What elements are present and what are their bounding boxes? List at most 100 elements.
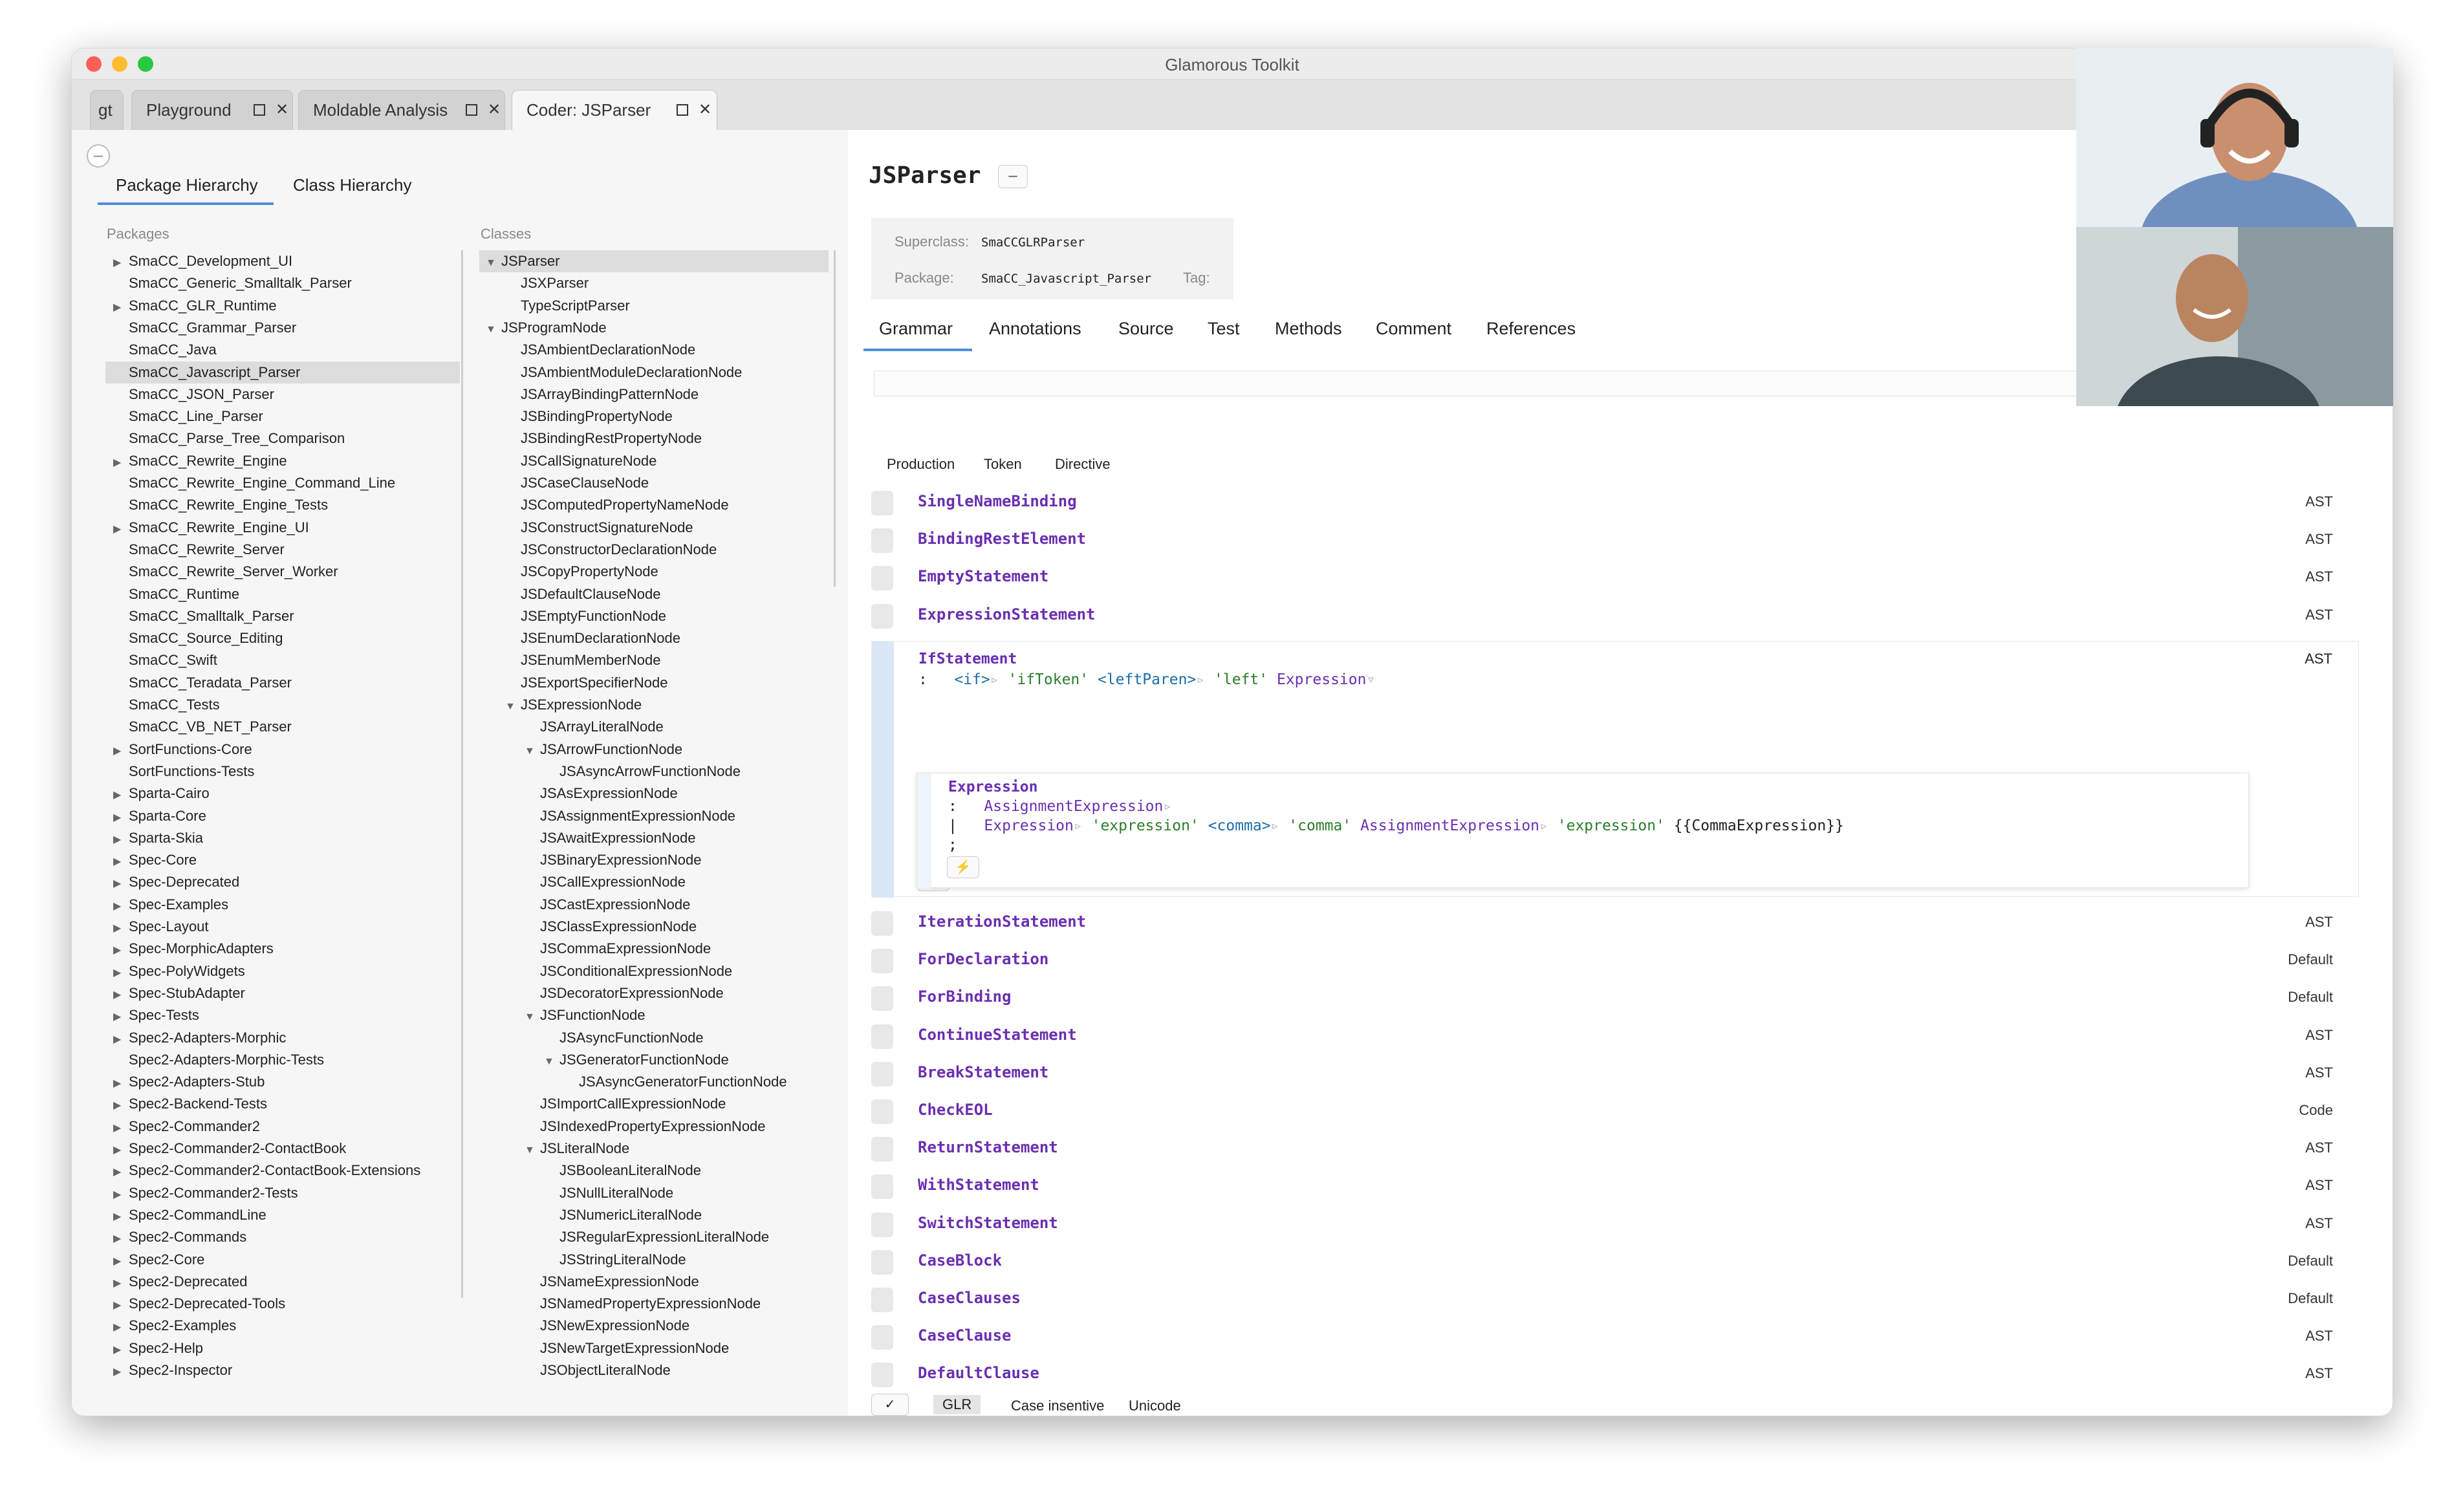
rule-name[interactable]: SingleNameBinding [918, 492, 1077, 510]
unicode-toggle[interactable]: Unicode [1129, 1398, 1181, 1414]
expand-arrow-icon[interactable]: ▶ [113, 873, 129, 895]
expand-arrow-icon[interactable]: ▶ [113, 1361, 129, 1383]
expand-arrow-icon[interactable]: ▶ [113, 519, 129, 541]
class-item[interactable]: JSAwaitExpressionNode [479, 827, 829, 849]
class-item[interactable]: JSNamedPropertyExpressionNode [479, 1293, 829, 1315]
package-item[interactable]: SmaCC_Rewrite_Server_Worker [105, 561, 460, 583]
package-item[interactable]: ▶ Spec-StubAdapter [105, 982, 460, 1004]
expand-arrow-icon[interactable]: ▶ [113, 1006, 129, 1028]
class-item[interactable]: JSCaseClauseNode [479, 472, 829, 494]
class-item[interactable]: JSNewTargetExpressionNode [479, 1337, 829, 1359]
grammar-rule-caseclauses[interactable]: CaseClauses Default [871, 1281, 2359, 1319]
class-item[interactable]: JSEmptyFunctionNode [479, 605, 829, 627]
class-item[interactable]: JSConstructSignatureNode [479, 517, 829, 539]
class-item[interactable]: JSDecoratorExpressionNode [479, 982, 829, 1004]
package-item[interactable]: ▶ SortFunctions-Core [105, 739, 460, 761]
maximize-icon[interactable] [677, 104, 688, 116]
expand-arrow-icon[interactable]: ▶ [113, 1029, 129, 1051]
case-insensitive-toggle[interactable]: Case insentive [1011, 1398, 1104, 1414]
class-item[interactable]: JSAmbientDeclarationNode [479, 339, 829, 361]
package-item[interactable]: ▶ Spec2-CommandLine [105, 1204, 460, 1226]
expand-arrow-icon[interactable]: ▶ [113, 784, 129, 806]
expand-toggle[interactable] [871, 911, 893, 936]
grammar-rule-breakstatement[interactable]: BreakStatement AST [871, 1055, 2359, 1093]
tab-comment[interactable]: Comment [1376, 319, 1451, 339]
grammar-rule-switchstatement[interactable]: SwitchStatement AST [871, 1206, 2359, 1244]
package-value[interactable]: SmaCC_Javascript_Parser [981, 272, 1151, 286]
expand-arrow-icon[interactable]: ▶ [113, 1251, 129, 1273]
package-item[interactable]: ▶ Spec2-Backend-Tests [105, 1093, 460, 1115]
expand-arrow-icon[interactable]: ▼ [525, 740, 540, 762]
package-item[interactable]: ▶ Spec-Deprecated [105, 871, 460, 893]
class-item[interactable]: JSCommaExpressionNode [479, 938, 829, 960]
package-item[interactable]: ▶ Spec-PolyWidgets [105, 960, 460, 982]
class-item[interactable]: JSAsyncGeneratorFunctionNode [479, 1071, 829, 1093]
expand-arrow-icon[interactable]: ▶ [113, 1184, 129, 1206]
package-item[interactable]: Spec2-Adapters-Morphic-Tests [105, 1049, 460, 1071]
class-item[interactable]: ▼ JSLiteralNode [479, 1138, 829, 1160]
class-item[interactable]: JSObjectLiteralNode [479, 1359, 829, 1381]
class-item[interactable]: JSAsyncArrowFunctionNode [479, 761, 829, 783]
tab-moldable-analysis[interactable]: Moldable Analysis ✕ [298, 90, 505, 130]
expand-arrow-icon[interactable]: ▶ [113, 1317, 129, 1339]
rule-name[interactable]: SwitchStatement [918, 1214, 1058, 1232]
package-item[interactable]: ▶ Sparta-Cairo [105, 783, 460, 805]
tab-class-hierarchy[interactable]: Class Hierarchy [293, 175, 412, 195]
expand-arrow-icon[interactable]: ▶ [113, 918, 129, 940]
class-item[interactable]: ▼ JSArrowFunctionNode [479, 739, 829, 761]
class-item[interactable]: ▼ JSParser [479, 250, 829, 272]
expand-arrow-icon[interactable]: ▶ [113, 984, 129, 1006]
expand-arrow-icon[interactable]: ▼ [486, 319, 501, 341]
class-item[interactable]: JSConstructorDeclarationNode [479, 539, 829, 561]
rule-name[interactable]: WithStatement [918, 1176, 1039, 1194]
class-item[interactable]: JSExportSpecifierNode [479, 672, 829, 694]
embedded-toggle[interactable] [917, 773, 931, 889]
package-scrollbar[interactable] [461, 250, 463, 1298]
package-item[interactable]: SmaCC_JSON_Parser [105, 383, 460, 405]
class-item[interactable]: JSXParser [479, 272, 829, 294]
rule-name[interactable]: CheckEOL [918, 1101, 993, 1119]
grammar-rule-checkeol[interactable]: CheckEOL Code [871, 1093, 2359, 1130]
tab-package-hierarchy[interactable]: Package Hierarchy [116, 175, 258, 195]
grammar-rule-expressionstatement[interactable]: ExpressionStatement AST [871, 598, 2359, 635]
tab-annotations[interactable]: Annotations [989, 319, 1081, 339]
package-item[interactable]: ▶ Spec2-Deprecated-Tools [105, 1293, 460, 1315]
class-item[interactable]: JSCastExpressionNode [479, 894, 829, 916]
package-item[interactable]: SmaCC_Smalltalk_Parser [105, 605, 460, 627]
grammar-rule-returnstatement[interactable]: ReturnStatement AST [871, 1130, 2359, 1168]
expand-toggle[interactable] [871, 1024, 893, 1049]
expand-toggle[interactable] [871, 603, 893, 629]
subtab-directive[interactable]: Directive [1055, 456, 1111, 473]
class-item[interactable]: JSDefaultClauseNode [479, 583, 829, 605]
class-item[interactable]: JSNewExpressionNode [479, 1315, 829, 1337]
subtab-production[interactable]: Production [887, 456, 955, 473]
class-item[interactable]: JSConditionalExpressionNode [479, 960, 829, 982]
expand-arrow-icon[interactable]: ▼ [544, 1051, 559, 1073]
package-item[interactable]: ▶ Spec2-Deprecated [105, 1271, 460, 1293]
rule-body-line[interactable]: ; [948, 837, 957, 854]
package-item[interactable]: SmaCC_Source_Editing [105, 627, 460, 649]
package-item[interactable]: SmaCC_Swift [105, 649, 460, 671]
apply-button[interactable]: ⚡ [947, 856, 979, 878]
tab-references[interactable]: References [1486, 319, 1576, 339]
class-item[interactable]: JSBindingPropertyNode [479, 405, 829, 427]
class-item[interactable]: JSComputedPropertyNameNode [479, 494, 829, 516]
package-item[interactable]: ▶ Spec2-Inspector [105, 1359, 460, 1381]
package-item[interactable]: ▶ Spec2-Commander2-ContactBook-Extensions [105, 1160, 460, 1182]
expand-arrow-icon[interactable]: ▶ [113, 1206, 129, 1228]
glr-toggle[interactable]: GLR [933, 1395, 981, 1414]
expand-toggle[interactable] [871, 1174, 893, 1200]
class-item[interactable]: ▼ JSExpressionNode [479, 694, 829, 716]
grammar-rule-defaultclause[interactable]: DefaultClause AST [871, 1356, 2359, 1394]
class-item[interactable]: ▼ JSFunctionNode [479, 1004, 829, 1026]
package-item[interactable]: SmaCC_Line_Parser [105, 405, 460, 427]
rule-name[interactable]: CaseClauses [918, 1289, 1021, 1307]
class-item[interactable]: JSEnumMemberNode [479, 649, 829, 671]
package-item[interactable]: ▶ Sparta-Core [105, 805, 460, 827]
class-item[interactable]: JSCallExpressionNode [479, 871, 829, 893]
expand-arrow-icon[interactable]: ▶ [113, 1273, 129, 1295]
class-item[interactable]: JSAmbientModuleDeclarationNode [479, 362, 829, 383]
expand-toggle[interactable] [871, 1137, 893, 1162]
class-item[interactable]: JSRegularExpressionLiteralNode [479, 1226, 829, 1248]
rule-name[interactable]: DefaultClause [918, 1364, 1039, 1382]
